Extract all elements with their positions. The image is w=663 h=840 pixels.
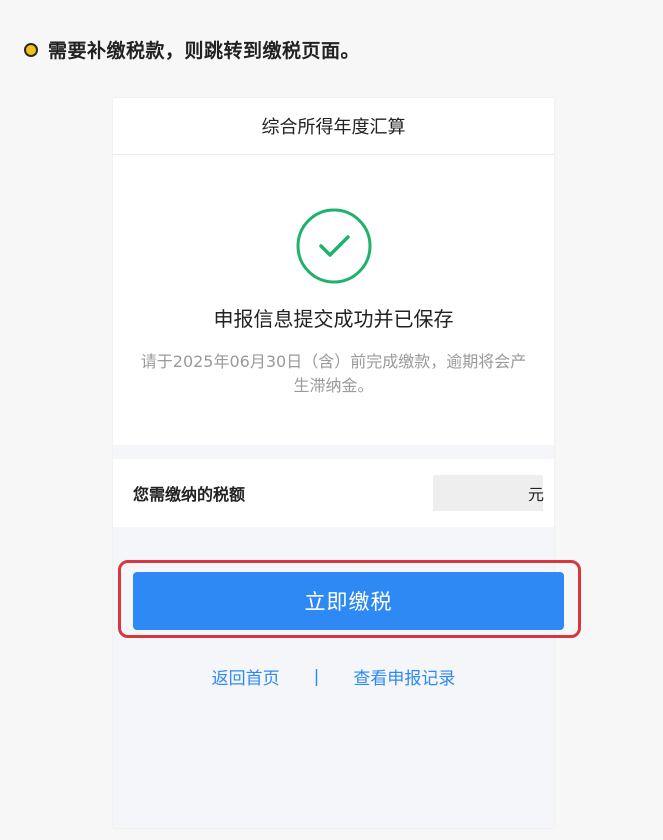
instruction-text: 需要补缴税款，则跳转到缴税页面。 [48, 40, 361, 62]
link-separator: | [313, 666, 320, 687]
tax-unit: 元 [527, 485, 544, 504]
tax-amount-row: 您需缴纳的税额 元 [113, 459, 554, 527]
return-home-link[interactable]: 返回首页 [212, 664, 280, 689]
bullet-dot-icon [24, 42, 38, 57]
status-title: 申报信息提交成功并已保存 [213, 307, 454, 331]
tax-label: 您需缴纳的税额 [133, 485, 246, 504]
tax-amount-value [433, 475, 543, 511]
page: 需要补缴税款，则跳转到缴税页面。 综合所得年度汇算 申报信息提交成功并已保存 请… [0, 0, 663, 840]
page-title: 综合所得年度汇算 [113, 98, 554, 155]
success-check-icon [296, 208, 371, 284]
status-description: 请于2025年06月30日（含）前完成缴款，逾期将会产生滞纳金。 [140, 352, 527, 395]
status-card: 申报信息提交成功并已保存 请于2025年06月30日（含）前完成缴款，逾期将会产… [113, 155, 554, 445]
phone-screen: 综合所得年度汇算 申报信息提交成功并已保存 请于2025年06月30日（含）前完… [113, 98, 581, 828]
footer-links: 返回首页 | 查看申报记录 [113, 664, 554, 690]
instruction-note: 需要补缴税款，则跳转到缴税页面。 [24, 36, 360, 63]
view-records-link[interactable]: 查看申报记录 [353, 664, 455, 689]
pay-now-button[interactable]: 立即缴税 [133, 572, 564, 630]
